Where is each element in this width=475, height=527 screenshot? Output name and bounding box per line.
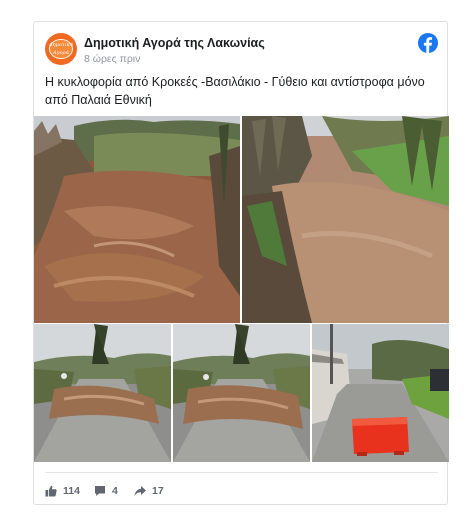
- share-button[interactable]: 17: [134, 483, 164, 499]
- comment-count: 4: [112, 485, 118, 497]
- comment-icon: [95, 486, 105, 496]
- comment-button[interactable]: 4: [94, 483, 118, 499]
- facebook-post-card: Δημοτική Αγορά Δημοτική Αγορά της Λακωνί…: [33, 21, 449, 505]
- post-text: Η κυκλοφορία από Κροκεές -Βασιλάκιο - Γύ…: [45, 75, 425, 107]
- flooded-river-photo-2[interactable]: [242, 116, 449, 323]
- like-count: 114: [63, 485, 80, 497]
- page-name-link[interactable]: Δημοτική Αγορά της Λακωνίας: [84, 36, 265, 50]
- like-icon: [45, 485, 57, 497]
- like-button[interactable]: 114: [45, 483, 80, 499]
- flooded-river-photo-1[interactable]: [34, 116, 240, 323]
- flooded-road-photo-4[interactable]: [173, 324, 310, 462]
- share-count: 17: [152, 485, 164, 497]
- avatar-text-line1: Δημοτική: [49, 42, 73, 48]
- facebook-logo-icon[interactable]: [418, 33, 438, 53]
- actions-divider: [45, 472, 438, 473]
- share-icon: [134, 486, 146, 496]
- flooded-road-photo-3[interactable]: [34, 324, 171, 462]
- post-timestamp[interactable]: 8 ώρες πριν: [84, 53, 140, 65]
- page-avatar[interactable]: Δημοτική Αγορά: [45, 33, 77, 65]
- avatar-text-line2: Αγορά: [53, 50, 69, 56]
- road-barrier-photo-5[interactable]: [312, 324, 449, 462]
